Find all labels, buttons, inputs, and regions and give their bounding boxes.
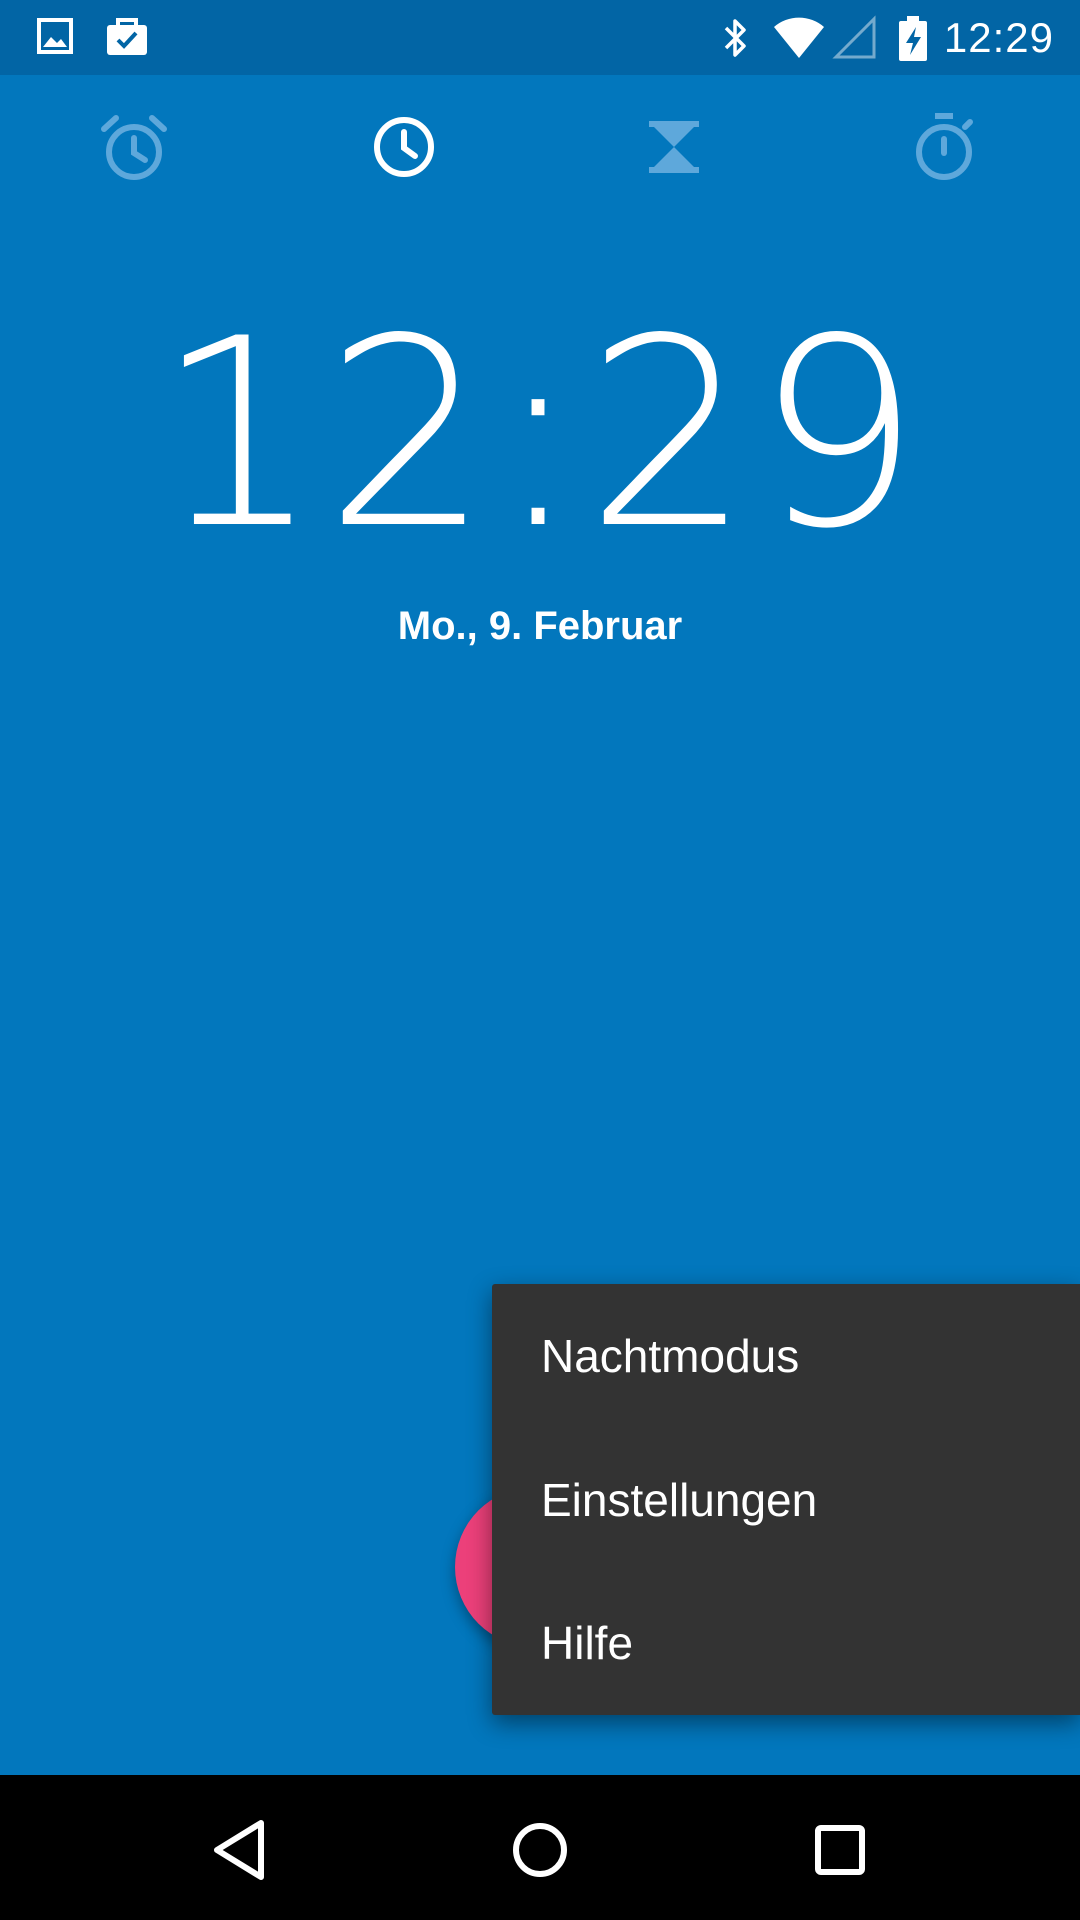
recents-button[interactable] — [795, 1805, 885, 1895]
back-icon — [195, 1820, 285, 1899]
home-icon — [495, 1823, 585, 1899]
menu-item-label: Einstellungen — [541, 1474, 818, 1526]
digital-clock-time: 12:29 — [155, 284, 925, 586]
menu-item-night-mode[interactable]: Nachtmodus — [492, 1284, 1080, 1428]
overflow-menu: Nachtmodus Einstellungen Hilfe — [492, 1284, 1080, 1715]
recents-icon — [795, 1825, 885, 1899]
clock-date: Mo., 9. Februar — [397, 604, 683, 648]
shopping-bag-icon — [104, 15, 150, 64]
signal-icon — [832, 15, 878, 66]
clock-icon — [364, 117, 444, 191]
back-button[interactable] — [195, 1805, 285, 1895]
status-bar: 12:29 — [0, 0, 1080, 75]
timer-icon — [634, 121, 714, 191]
bluetooth-icon — [718, 15, 754, 66]
wifi-icon — [772, 15, 826, 66]
navigation-bar — [0, 1775, 1080, 1920]
home-button[interactable] — [495, 1805, 585, 1895]
alarm-icon — [94, 115, 174, 191]
menu-item-label: Hilfe — [541, 1617, 634, 1669]
status-time: 12:29 — [943, 14, 1054, 61]
menu-item-help[interactable]: Hilfe — [492, 1571, 1080, 1715]
tab-alarm[interactable] — [94, 107, 174, 187]
battery-charging-icon — [896, 15, 930, 68]
stopwatch-icon — [904, 113, 984, 191]
tab-stopwatch[interactable] — [904, 107, 984, 187]
tab-clock[interactable] — [364, 107, 444, 187]
menu-item-settings[interactable]: Einstellungen — [492, 1428, 1080, 1572]
tab-timer[interactable] — [634, 107, 714, 187]
menu-item-label: Nachtmodus — [541, 1330, 800, 1382]
gallery-icon — [36, 15, 74, 64]
